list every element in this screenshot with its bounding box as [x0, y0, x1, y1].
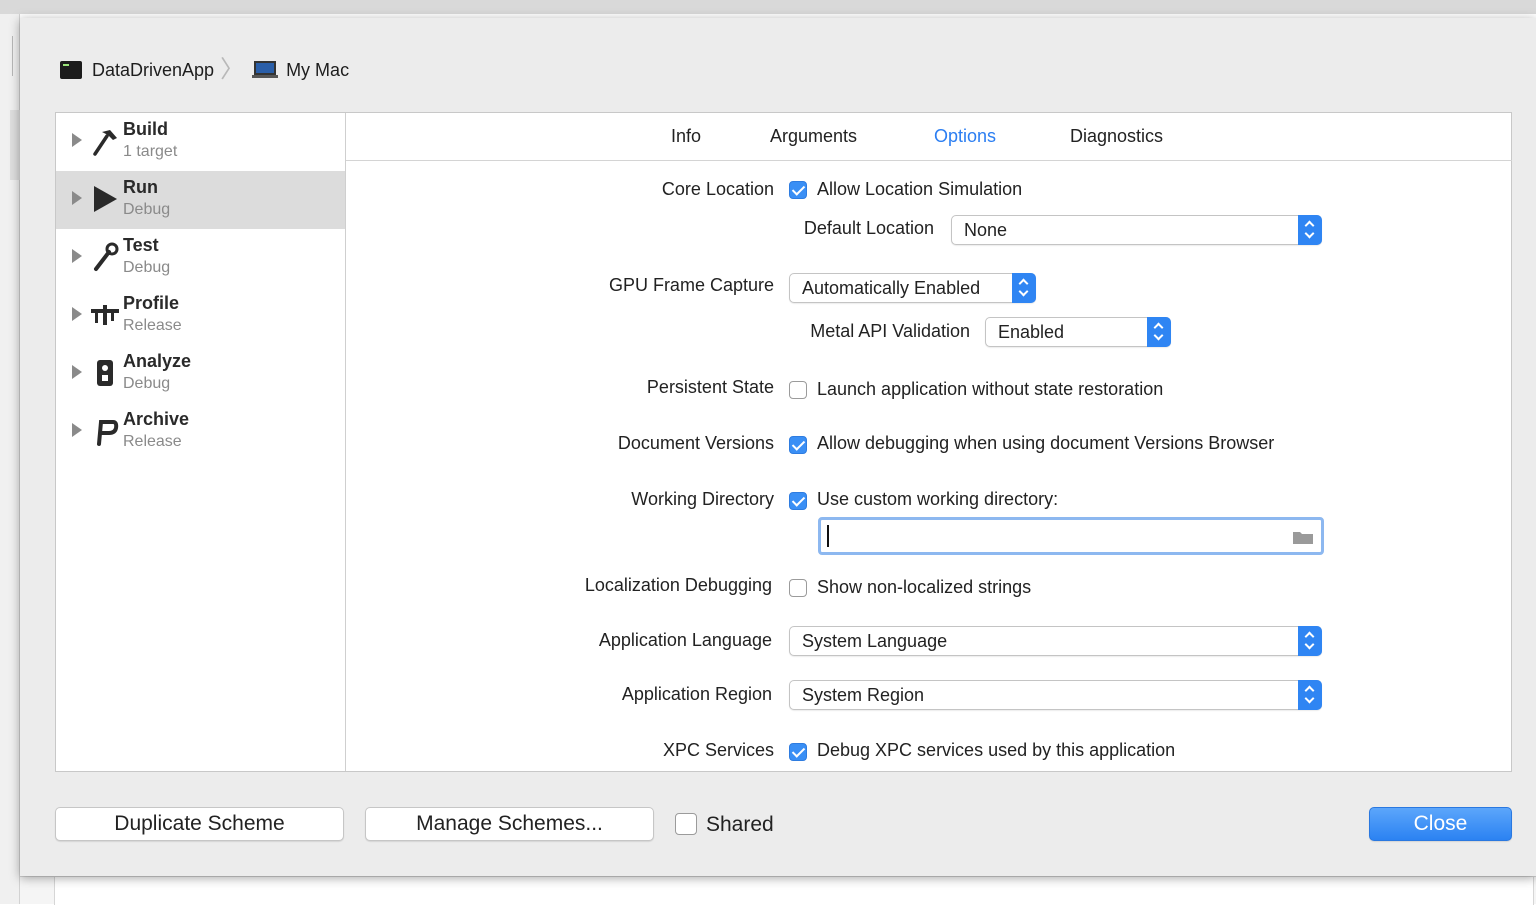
background-toolbar	[0, 0, 1536, 14]
app-icon	[60, 61, 82, 79]
analyze-icon	[90, 357, 120, 389]
allow-location-simulation-checkbox[interactable]	[789, 181, 807, 199]
popup-value: System Language	[802, 631, 948, 651]
sidebar-item-label: Profile	[123, 293, 180, 313]
sidebar-item-sublabel: 1 target	[123, 143, 178, 160]
sidebar-item-sublabel: Debug	[123, 375, 171, 392]
working-directory-label: Working Directory	[631, 489, 774, 509]
metal-api-validation-popup[interactable]: Enabled	[985, 317, 1171, 347]
sidebar-item-label: Test	[123, 235, 159, 255]
core-location-label: Core Location	[661, 179, 774, 199]
sidebar-item-label: Build	[123, 119, 168, 139]
popup-arrows-icon	[1298, 626, 1322, 656]
tab-bar: Info Arguments Options Diagnostics	[346, 113, 1512, 161]
application-language-popup[interactable]: System Language	[789, 626, 1322, 656]
popup-arrows-icon	[1012, 273, 1036, 303]
sidebar-item-run[interactable]: Run Debug	[56, 171, 345, 229]
popup-arrows-icon	[1298, 680, 1322, 710]
gpu-frame-capture-label: GPU Frame Capture	[608, 275, 774, 295]
options-content: Info Arguments Options Diagnostics Core …	[346, 113, 1512, 771]
popup-value: Enabled	[998, 322, 1065, 342]
custom-working-directory-checkbox[interactable]	[789, 492, 807, 510]
debug-xpc-services-label[interactable]: Debug XPC services used by this applicat…	[817, 740, 1175, 761]
allow-location-simulation-label[interactable]: Allow Location Simulation	[817, 179, 1022, 200]
sidebar-item-profile[interactable]: Profile Release	[56, 287, 345, 345]
sidebar-item-archive[interactable]: Archive Release	[56, 403, 345, 461]
allow-versions-debugging-label[interactable]: Allow debugging when using document Vers…	[817, 433, 1274, 454]
popup-value: None	[964, 220, 1008, 240]
archive-icon	[90, 415, 120, 447]
document-versions-label: Document Versions	[617, 433, 774, 453]
show-non-localized-checkbox[interactable]	[789, 579, 807, 597]
manage-schemes-button[interactable]: Manage Schemes...	[365, 807, 654, 841]
chevron-right-icon: 〉	[220, 56, 245, 83]
sidebar-item-label: Archive	[123, 409, 190, 429]
sidebar-item-sublabel: Release	[123, 433, 182, 450]
sidebar-item-sublabel: Debug	[123, 259, 171, 276]
popup-value: Automatically Enabled	[802, 278, 981, 298]
close-button[interactable]: Close	[1369, 807, 1512, 841]
disclosure-triangle-icon[interactable]	[72, 365, 82, 379]
show-non-localized-label[interactable]: Show non-localized strings	[817, 577, 1031, 598]
default-location-popup[interactable]: None	[951, 215, 1322, 245]
action-sidebar: Build 1 target Run Debug Test Debug Prof…	[56, 113, 346, 771]
disclosure-triangle-icon[interactable]	[72, 307, 82, 321]
text-caret	[827, 525, 829, 547]
tab-diagnostics[interactable]: Diagnostics	[1070, 126, 1163, 147]
working-directory-field[interactable]	[818, 517, 1324, 555]
destination-name[interactable]: My Mac	[286, 60, 349, 81]
duplicate-scheme-button[interactable]: Duplicate Scheme	[55, 807, 344, 841]
popup-arrows-icon	[1147, 317, 1171, 347]
play-icon	[90, 183, 120, 215]
background-editor	[20, 876, 1536, 905]
sidebar-item-analyze[interactable]: Analyze Debug	[56, 345, 345, 403]
disclosure-triangle-icon[interactable]	[72, 191, 82, 205]
disclosure-triangle-icon[interactable]	[72, 249, 82, 263]
custom-working-directory-label[interactable]: Use custom working directory:	[817, 489, 1058, 510]
scheme-editor-sheet: DataDrivenApp 〉 My Mac Build 1 target Ru…	[20, 18, 1536, 876]
tab-options[interactable]: Options	[934, 126, 996, 147]
application-language-label: Application Language	[598, 630, 772, 650]
persistent-state-label: Persistent State	[646, 377, 774, 397]
scheme-name[interactable]: DataDrivenApp	[92, 60, 214, 81]
application-region-popup[interactable]: System Region	[789, 680, 1322, 710]
laptop-icon	[252, 61, 279, 79]
allow-versions-debugging-checkbox[interactable]	[789, 436, 807, 454]
xpc-services-label: XPC Services	[662, 740, 774, 760]
sidebar-item-sublabel: Debug	[123, 201, 171, 218]
tab-arguments[interactable]: Arguments	[770, 126, 857, 147]
sidebar-item-build[interactable]: Build 1 target	[56, 113, 345, 171]
background-navigator	[0, 14, 20, 904]
application-region-label: Application Region	[621, 684, 772, 704]
disclosure-triangle-icon[interactable]	[72, 423, 82, 437]
sidebar-item-test[interactable]: Test Debug	[56, 229, 345, 287]
localization-debugging-label: Localization Debugging	[584, 575, 772, 595]
metal-api-validation-label: Metal API Validation	[810, 321, 970, 341]
shared-label[interactable]: Shared	[706, 813, 774, 837]
gpu-frame-capture-popup[interactable]: Automatically Enabled	[789, 273, 1036, 303]
wrench-icon	[90, 241, 120, 273]
launch-without-restoration-label[interactable]: Launch application without state restora…	[817, 379, 1163, 400]
gauge-icon	[90, 299, 120, 331]
debug-xpc-services-checkbox[interactable]	[789, 743, 807, 761]
scheme-panel: Build 1 target Run Debug Test Debug Prof…	[55, 112, 1512, 772]
sidebar-item-label: Run	[123, 177, 158, 197]
popup-arrows-icon	[1298, 215, 1322, 245]
breadcrumb: DataDrivenApp 〉 My Mac	[60, 58, 349, 82]
sidebar-item-label: Analyze	[123, 351, 192, 371]
folder-icon[interactable]	[1293, 530, 1313, 544]
disclosure-triangle-icon[interactable]	[72, 133, 82, 147]
popup-value: System Region	[802, 685, 925, 705]
hammer-icon	[90, 125, 120, 157]
launch-without-restoration-checkbox[interactable]	[789, 381, 807, 399]
tab-info[interactable]: Info	[671, 126, 701, 147]
sidebar-item-sublabel: Release	[123, 317, 182, 334]
default-location-label: Default Location	[803, 218, 934, 238]
shared-checkbox[interactable]	[675, 813, 697, 835]
